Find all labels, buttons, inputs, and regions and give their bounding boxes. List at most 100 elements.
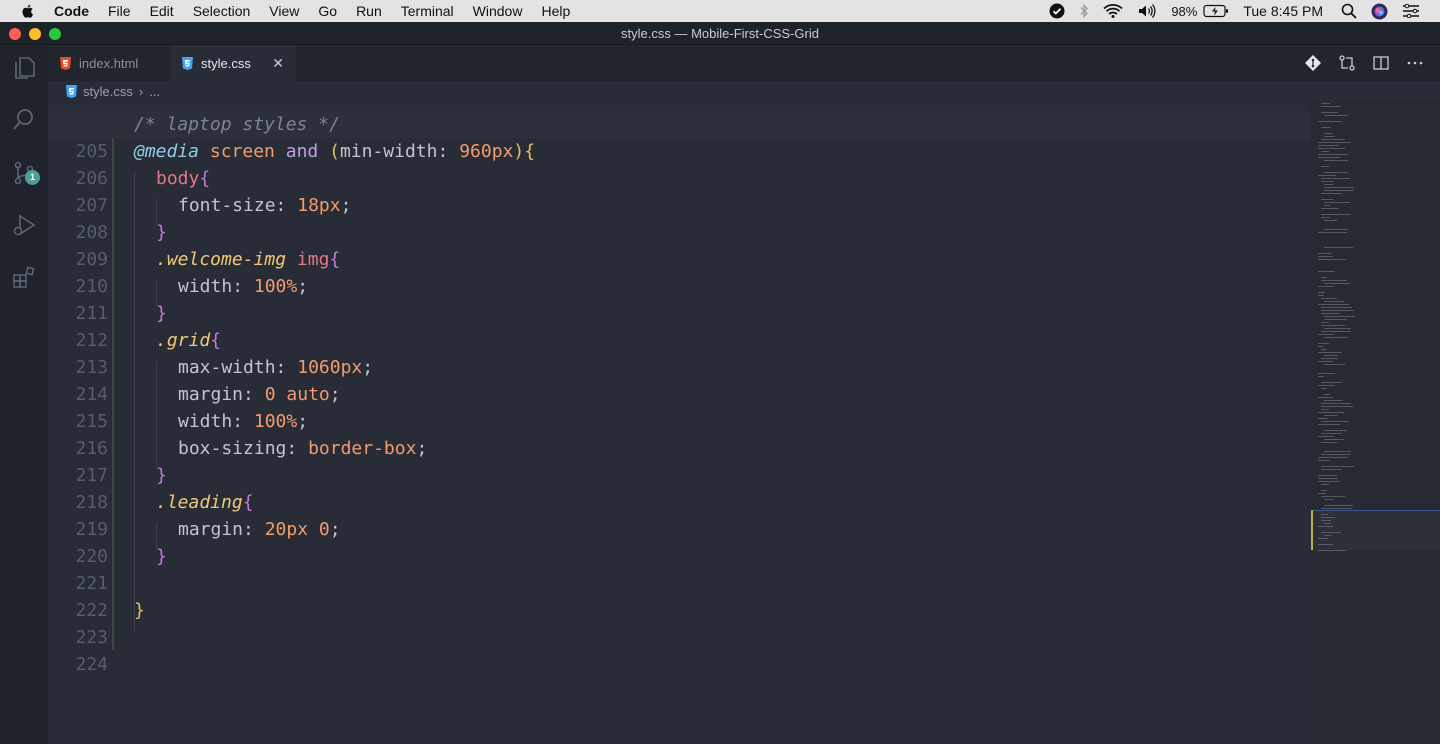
minimap-line [1321,193,1342,194]
minimap-line [1321,280,1347,281]
explorer-icon[interactable] [0,48,48,88]
wifi-icon[interactable] [1103,3,1123,19]
minimap-line [1321,139,1345,140]
apple-logo-icon[interactable] [20,3,36,19]
git-compare-icon[interactable] [1304,54,1322,72]
minimap-line [1318,175,1336,176]
minimap-line [1321,313,1340,314]
menu-selection[interactable]: Selection [193,3,251,19]
minimap-line [1321,103,1330,104]
minimap-line [1321,208,1339,209]
code-line: 223 } [48,597,1310,648]
value-token: 1060px [297,357,363,378]
minimap[interactable] [1310,101,1440,744]
run-debug-icon[interactable] [0,205,48,245]
property-token: margin [178,519,244,540]
siri-icon[interactable] [1371,3,1388,20]
minimap-line [1318,481,1340,482]
code-line: 216 width: 100%; [48,408,1310,459]
search-icon[interactable] [0,100,48,140]
code-line: 215 margin: 0 auto; [48,381,1310,432]
close-tab-icon[interactable]: ✕ [272,55,284,72]
more-actions-icon[interactable] [1406,54,1424,72]
menu-run[interactable]: Run [356,3,382,19]
breadcrumb-symbols[interactable]: ... [149,84,160,99]
tab-index-html[interactable]: index.html [48,45,170,81]
code-line: 212 } [48,300,1310,351]
selector-token: img [296,249,330,270]
shield-check-icon[interactable] [1049,3,1065,19]
split-editor-icon[interactable] [1372,54,1390,72]
menu-bar-clock[interactable]: Tue 8:45 PM [1243,3,1323,19]
code-line: 217 box-sizing: border-box; [48,435,1310,486]
window-title-bar: style.css — Mobile-First-CSS-Grid [0,22,1440,45]
brace-token: } [156,303,167,324]
code-line: 219 .leading{ [48,489,1310,540]
value-token: 100% [253,276,298,297]
minimap-line [1321,199,1333,200]
code-line: 206 @media screen and (min-width: 960px)… [48,138,1310,189]
minimap-line [1321,514,1328,515]
menu-file[interactable]: File [108,3,131,19]
menu-go[interactable]: Go [318,3,337,19]
minimap-line [1321,310,1354,311]
source-control-icon[interactable]: 1 [0,153,48,193]
menu-window[interactable]: Window [473,3,523,19]
bluetooth-icon[interactable] [1079,3,1089,19]
line-content: @media screen and (min-width: 960px){ [134,138,535,165]
menu-bar-status-area: 98% Tue 8:45 PM [1049,0,1440,22]
breadcrumb-file[interactable]: style.css [83,84,133,99]
code-line: 207 body{ [48,165,1310,216]
minimap-line [1321,484,1329,485]
minimap-line [1324,439,1344,440]
minimap-line [1324,115,1348,116]
minimap-line [1324,133,1333,134]
line-content: } [156,300,167,327]
menu-code[interactable]: Code [54,3,89,19]
minimap-line [1318,373,1335,374]
minimap-line [1318,232,1347,233]
minimap-line [1318,295,1324,296]
minimap-line [1321,166,1329,167]
minimap-line [1318,292,1325,293]
minimap-line [1321,469,1342,470]
minimap-line [1324,229,1348,230]
minimap-line [1324,430,1347,431]
volume-icon[interactable] [1137,3,1157,19]
colon-token: : [232,276,254,297]
open-changes-icon[interactable] [1338,54,1356,72]
property-token: width [178,276,233,297]
menu-edit[interactable]: Edit [150,3,174,19]
code-line: 209 } [48,219,1310,270]
class-selector-token: .welcome-img [156,249,287,270]
code-editor[interactable]: 205 /* laptop styles */ 206 @media scree… [48,101,1310,744]
minimap-line [1318,436,1334,437]
minimap-line [1321,517,1335,518]
control-center-icon[interactable] [1402,4,1420,18]
brace-token: { [199,168,211,189]
tab-style-css[interactable]: style.css ✕ [170,45,296,81]
value-token: 960px [459,141,514,162]
minimap-line [1324,301,1344,302]
value-token: 100% [253,411,298,432]
code-line: 213 .grid{ [48,327,1310,378]
minimap-line [1318,475,1337,476]
menu-terminal[interactable]: Terminal [401,3,454,19]
class-selector-token: .grid [156,330,211,351]
spotlight-search-icon[interactable] [1341,3,1357,19]
minimap-line [1321,214,1351,215]
extensions-icon[interactable] [0,257,48,297]
minimap-line [1318,271,1335,272]
minimap-line [1321,277,1327,278]
minimap-line [1324,220,1337,221]
menu-help[interactable]: Help [541,3,570,19]
colon-token: : [275,357,298,378]
property-token: min-width [339,141,438,162]
minimap-line [1321,409,1329,410]
line-content: } [134,597,145,624]
battery-icon[interactable] [1203,4,1229,18]
menu-view[interactable]: View [269,3,299,19]
minimap-line [1318,457,1348,458]
colon-token: : [286,438,309,459]
semicolon-token: ; [416,438,428,459]
